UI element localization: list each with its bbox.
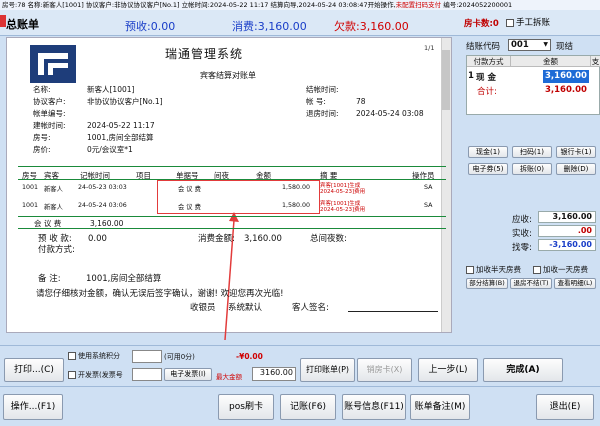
checkbox-icon [68, 371, 76, 379]
field-account: 帐单编号: [33, 109, 66, 118]
owed-total: 欠款:3,160.00 [334, 20, 409, 33]
checkout-no-settle-button[interactable]: 退房不结(T) [510, 278, 552, 289]
change-label: 找零: [512, 243, 532, 253]
divider [18, 228, 446, 229]
points-input[interactable] [132, 350, 162, 363]
remark-row: 备 注: 1001,房间全部结算 [38, 274, 162, 284]
exit-button[interactable]: 退出(E) [536, 394, 594, 420]
field-created: 建帐时间: 2024-05-22 11:17 [33, 121, 155, 130]
cashier-row: 收银员 系统默认 [190, 303, 263, 313]
view-details-button[interactable]: 查看明细(L) [554, 278, 596, 289]
divider [18, 216, 446, 217]
pos-card-button[interactable]: pos刷卡 [218, 394, 274, 420]
points-deduction: -¥0.00 [236, 352, 263, 361]
field-leave: 退房时间: 2024-05-24 03:08 [306, 109, 424, 118]
field-acct-no: 帐 号: 78 [306, 97, 366, 106]
checkbox-icon [533, 266, 541, 274]
cash-settle-label: 现结 [556, 42, 574, 52]
account-info-button[interactable]: 账号信息(F11) [342, 394, 406, 420]
partial-settle-button[interactable]: 部分结算(B) [466, 278, 508, 289]
delete-button[interactable]: 删除(D) [556, 163, 596, 175]
company-logo [30, 45, 76, 83]
use-points-checkbox[interactable]: 使用系统积分 [68, 351, 120, 361]
record-account-button[interactable]: 记账(F6) [280, 394, 336, 420]
half-day-checkbox[interactable]: 加收半天房费 [466, 264, 521, 275]
max-amount-input[interactable]: 3160.00 [252, 367, 296, 381]
divider [18, 166, 446, 167]
checkbox-icon [68, 352, 76, 360]
print-bill-button[interactable]: 打印账单(P) [300, 358, 355, 382]
field-name: 名称: 新客人[1001] [33, 85, 135, 94]
checkbox-icon [466, 266, 474, 274]
chevron-down-icon: ▼ [543, 41, 548, 48]
bank-card-button[interactable]: 银行卡(1) [556, 146, 596, 158]
deposit-total: 预收:0.00 [125, 20, 176, 33]
print-button[interactable]: 打印...(C) [4, 358, 64, 382]
signature-line [348, 311, 438, 312]
scan-button[interactable]: 扫码(1) [512, 146, 552, 158]
invoice-checkbox[interactable]: 开发票(发票号 [68, 370, 123, 380]
doc-subtitle: 宾客结算对账单 [200, 71, 256, 80]
full-day-checkbox[interactable]: 加收一天房费 [533, 264, 588, 275]
receivable-label: 应收: [512, 215, 532, 225]
split-button[interactable]: 拆账(0) [512, 163, 552, 175]
page-number: 1/1 [424, 44, 435, 52]
grid-header-method: 付款方式 [467, 56, 511, 67]
max-amount-label: 最大金额 [216, 373, 242, 381]
e-coupon-button[interactable]: 电子券(5) [468, 163, 508, 175]
company-name: 瑞通管理系统 [165, 47, 244, 61]
room-card-count: 房卡数:0 [464, 19, 499, 29]
e-invoice-button[interactable]: 电子发票(I) [164, 368, 212, 381]
consumption-total: 消费:3,160.00 [232, 20, 307, 33]
invoice-number-input[interactable] [132, 368, 162, 381]
field-room: 房号: 1001,房间全部结算 [33, 133, 154, 142]
cancel-room-card-button[interactable]: 销房卡(X) [357, 358, 412, 382]
points-available: (可用0分) [164, 353, 195, 361]
consumed-row: 消费金额: 3,160.00 [198, 234, 282, 244]
highlight-box [157, 180, 320, 214]
grid-row[interactable]: 1 现 金 3,160.00 [467, 70, 600, 84]
total-bill-tab[interactable]: 总账单 [6, 16, 39, 32]
guest-signature-row: 客人签名: [292, 303, 329, 313]
checkout-code-label: 结账代码 [466, 42, 501, 52]
scrollbar-thumb[interactable] [442, 50, 450, 110]
manual-split-checkbox[interactable]: 手工拆账 [506, 16, 550, 28]
grid-total-row: 合计: 3,160.00 [477, 85, 587, 97]
field-checkout: 结帐时间: [306, 85, 339, 94]
checkout-code-select[interactable]: 001 ▼ [508, 39, 551, 51]
grid-header-extra: 支 [591, 56, 600, 67]
previous-step-button[interactable]: 上一步(L) [418, 358, 478, 382]
operations-button[interactable]: 操作...(F1) [3, 394, 63, 420]
field-agreement: 协议客户: 非协议协议客户[No.1] [33, 97, 163, 106]
nights-row: 总间夜数: [310, 234, 347, 244]
received-value[interactable]: .00 [538, 225, 596, 237]
received-label: 实收: [512, 229, 532, 239]
bill-note-button[interactable]: 账单备注(M) [410, 394, 470, 420]
grid-header-amount: 金额 [511, 56, 591, 67]
checkbox-icon [506, 18, 514, 27]
field-price: 房价: 0元/会议室*1 [33, 145, 133, 154]
notice-text: 请您仔细核对金额，确认无误后签字确认，谢谢! 欢迎您再次光临! [36, 289, 284, 299]
receivable-value: 3,160.00 [538, 211, 596, 223]
cash-button[interactable]: 现金(1) [468, 146, 508, 158]
payment-grid[interactable]: 付款方式 金额 支 1 现 金 3,160.00 合计: 3,160.00 [466, 55, 600, 115]
window-title: 房号:78 名称:新客人[1001] 协议客户:非协议协议客户[No.1] 立帐… [0, 0, 600, 10]
payment-method-row: 付款方式: [38, 245, 75, 255]
finish-button[interactable]: 完成(A) [483, 358, 563, 382]
change-value: -3,160.00 [538, 239, 596, 251]
